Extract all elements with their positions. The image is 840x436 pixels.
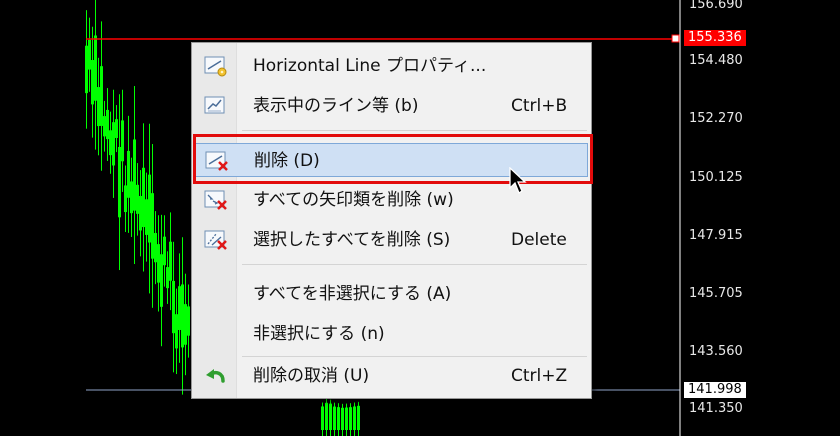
candle xyxy=(136,184,139,214)
candle xyxy=(178,286,181,330)
candle xyxy=(349,407,352,430)
candle xyxy=(321,406,324,430)
menu-item-objects-list[interactable]: 表示中のライン等 (b) Ctrl+B xyxy=(195,89,588,123)
menu-item-deselect-all[interactable]: すべてを非選択にする (A) xyxy=(195,277,588,311)
candle xyxy=(341,407,344,430)
properties-icon xyxy=(204,56,227,77)
candle xyxy=(325,402,328,430)
candle xyxy=(142,167,145,228)
candle xyxy=(345,407,348,430)
candle xyxy=(130,181,133,214)
price-tick: 143.560 xyxy=(689,344,743,359)
menu-item-delete-selected[interactable]: 選択したすべてを削除 (S) Delete xyxy=(195,223,588,257)
candle xyxy=(181,284,184,348)
current-price-tag: 141.998 xyxy=(684,382,746,398)
candle xyxy=(187,306,190,336)
price-tick: 152.270 xyxy=(689,111,743,126)
candle xyxy=(160,254,163,307)
candle xyxy=(112,122,115,166)
candle xyxy=(145,199,148,235)
candle xyxy=(94,35,97,101)
horizontal-line-handle[interactable] xyxy=(671,34,680,43)
candle xyxy=(97,87,100,127)
menu-item-delete-arrows[interactable]: すべての矢印類を削除 (w) xyxy=(195,183,588,217)
menu-item-deselect[interactable]: 非選択にする (n) xyxy=(195,317,588,351)
candle xyxy=(169,241,172,281)
candle xyxy=(91,60,94,105)
price-tick: 141.350 xyxy=(689,401,743,416)
price-tick: 150.125 xyxy=(689,170,743,185)
context-menu: Horizontal Line プロパティ... 表示中のライン等 (b) Ct… xyxy=(191,42,592,399)
price-tick: 145.705 xyxy=(689,286,743,301)
menu-item-label: すべてを非選択にする (A) xyxy=(253,284,452,304)
menu-item-label: 削除の取消 (U) xyxy=(253,366,370,386)
candle xyxy=(85,45,88,94)
menu-item-undo-delete[interactable]: 削除の取消 (U) Ctrl+Z xyxy=(195,359,588,393)
candle xyxy=(154,233,157,263)
candle xyxy=(175,314,178,349)
candle xyxy=(166,267,169,289)
candle xyxy=(106,109,109,140)
candle xyxy=(151,193,154,259)
highlight-annotation-frame xyxy=(193,134,593,184)
menu-separator xyxy=(242,130,587,131)
menu-item-label: すべての矢印類を削除 (w) xyxy=(253,190,454,210)
menu-item-label: 表示中のライン等 (b) xyxy=(253,96,419,116)
candle xyxy=(100,66,103,126)
candle xyxy=(357,405,360,430)
candle xyxy=(139,195,142,231)
menu-item-label: 選択したすべてを削除 (S) xyxy=(253,230,451,250)
menu-item-shortcut: Ctrl+B xyxy=(511,96,568,116)
candle xyxy=(115,119,118,138)
candle xyxy=(333,406,336,430)
candle xyxy=(109,130,112,156)
candle xyxy=(121,120,124,162)
menu-item-shortcut: Delete xyxy=(511,230,567,250)
undo-icon xyxy=(206,369,225,383)
menu-item-label: Horizontal Line プロパティ... xyxy=(253,56,487,76)
candle xyxy=(118,146,121,218)
mouse-cursor-icon xyxy=(509,167,527,194)
candle xyxy=(157,244,160,283)
delete-arrows-icon xyxy=(204,190,227,210)
menu-separator xyxy=(242,356,587,357)
candle xyxy=(127,150,130,198)
objects-list-icon xyxy=(204,96,225,114)
menu-item-label: 非選択にする (n) xyxy=(253,324,385,344)
candle xyxy=(184,304,187,345)
candle xyxy=(148,174,151,243)
candle xyxy=(124,185,127,213)
delete-selected-icon xyxy=(204,230,227,250)
candle xyxy=(133,139,136,211)
menu-item-properties[interactable]: Horizontal Line プロパティ... xyxy=(195,49,588,83)
candle xyxy=(88,39,91,70)
candle xyxy=(353,406,356,430)
candle xyxy=(172,280,175,334)
menu-separator xyxy=(242,264,587,265)
candle xyxy=(337,407,340,430)
price-tick: 147.915 xyxy=(689,228,743,243)
price-tick: 156.690 xyxy=(689,0,743,12)
candle xyxy=(329,403,332,430)
menu-item-shortcut: Ctrl+Z xyxy=(511,366,568,386)
candle xyxy=(163,236,166,266)
price-axis: 156.690 154.480 152.270 150.125 147.915 … xyxy=(680,0,840,436)
price-tick: 154.480 xyxy=(689,53,743,68)
candle xyxy=(103,116,106,137)
horizontal-line-price-tag: 155.336 xyxy=(684,30,746,46)
